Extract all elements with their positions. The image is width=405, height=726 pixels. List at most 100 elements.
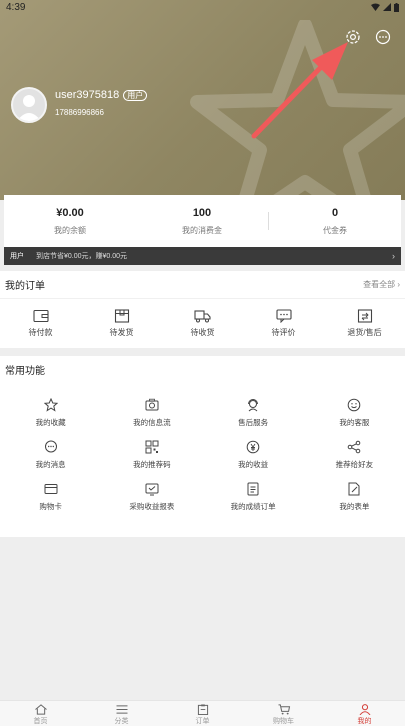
func-earnings[interactable]: 我的收益	[203, 440, 304, 470]
report-icon	[145, 483, 159, 496]
chevron-right-icon: ›	[392, 251, 395, 261]
func-label: 我的推荐码	[133, 460, 171, 469]
order-returns[interactable]: 退货/售后	[324, 308, 405, 338]
orders-title: 我的订单	[5, 281, 45, 292]
order-label: 退货/售后	[347, 327, 382, 337]
view-all-label: 查看全部	[363, 280, 396, 289]
stat-label: 我的余额	[54, 225, 86, 235]
battery-icon	[394, 2, 399, 12]
stat-value: ¥0.00	[56, 206, 84, 219]
list-icon	[116, 705, 127, 714]
stat-label: 我的消费金	[182, 225, 222, 235]
order-status-row: 待付款 待发货 待收货 待评价 退货/售后	[0, 299, 405, 347]
nav-label: 我的	[357, 718, 372, 725]
star-icon	[43, 398, 58, 412]
status-bar: 4:39	[0, 0, 405, 14]
orders-header: 我的订单 查看全部 ›	[0, 271, 405, 299]
order-pending-receipt[interactable]: 待收货	[162, 309, 243, 338]
func-referral-code[interactable]: 我的推荐码	[101, 440, 202, 470]
wallet-icon	[32, 309, 49, 322]
home-icon	[34, 704, 47, 715]
functions-grid: 我的收藏 我的信息流 售后服务 我的客服 我的消息 我的推荐码 我的收益 推荐给…	[0, 382, 405, 512]
camera-icon	[145, 398, 159, 411]
qrcode-icon	[145, 440, 159, 454]
stat-value: 0	[331, 206, 339, 219]
order-label: 待发货	[109, 327, 134, 337]
func-messages[interactable]: 我的消息	[0, 440, 101, 470]
stat-value: 100	[192, 206, 212, 219]
func-label: 推荐给好友	[335, 460, 374, 469]
clipboard-icon	[197, 704, 208, 715]
nav-home[interactable]: 首页	[0, 701, 81, 726]
message-bubble-icon[interactable]	[374, 28, 392, 46]
stat-vouchers[interactable]: 0 代金券	[269, 207, 401, 236]
func-purchase-report[interactable]: 采购收益报表	[101, 482, 202, 512]
functions-header: 常用功能	[0, 356, 405, 382]
view-all-orders-link[interactable]: 查看全部 ›	[363, 279, 400, 290]
orders-section: 我的订单 查看全部 › 待付款 待发货 待收货 待评价 退货/售后	[0, 271, 405, 348]
share-icon	[348, 440, 361, 454]
status-time: 4:39	[6, 1, 26, 13]
func-label: 我的消息	[35, 460, 66, 469]
user-icon	[359, 704, 370, 715]
functions-section: 常用功能 我的收藏 我的信息流 售后服务 我的客服 我的消息 我的推荐码 我的收…	[0, 356, 405, 537]
func-customer-service[interactable]: 我的客服	[304, 398, 405, 428]
return-icon	[357, 308, 372, 323]
avatar[interactable]	[11, 87, 47, 123]
box-icon	[114, 308, 129, 323]
func-label: 采购收益报表	[129, 502, 175, 511]
stat-balance[interactable]: ¥0.00 我的余额	[4, 207, 136, 236]
nav-label: 购物车	[273, 718, 294, 725]
doc-icon	[247, 482, 259, 496]
order-pending-shipment[interactable]: 待发货	[81, 308, 162, 338]
status-icons	[371, 2, 399, 12]
card-icon	[44, 484, 58, 494]
func-label: 我的信息流	[133, 418, 171, 427]
func-recommend-friend[interactable]: 推荐给好友	[304, 440, 405, 470]
func-label: 售后服务	[238, 418, 269, 427]
func-label: 我的收益	[238, 460, 269, 469]
nav-label: 首页	[33, 718, 48, 725]
func-orders-doc[interactable]: 我的成绩订单	[203, 482, 304, 512]
promo-text: 到店节省¥0.00元，赚¥0.00元	[36, 253, 128, 260]
phone-number: 17886996866	[55, 108, 104, 117]
func-favorites[interactable]: 我的收藏	[0, 398, 101, 428]
func-feed[interactable]: 我的信息流	[101, 398, 202, 428]
nav-label: 分类	[114, 718, 129, 725]
functions-title: 常用功能	[5, 365, 45, 377]
order-label: 待付款	[28, 327, 53, 337]
stat-consumption[interactable]: 100 我的消费金	[136, 207, 268, 236]
func-label: 购物卡	[39, 502, 62, 511]
cart-icon	[278, 704, 290, 715]
annotation-arrow-icon	[251, 42, 348, 139]
truck-icon	[194, 309, 211, 322]
order-label: 待收货	[190, 327, 215, 337]
username: user3975818	[55, 89, 120, 101]
promo-bar[interactable]: 用户 到店节省¥0.00元，赚¥0.00元 ›	[4, 247, 401, 265]
order-label: 待评价	[271, 327, 296, 337]
default-avatar-icon	[17, 95, 41, 121]
service-icon	[248, 399, 259, 412]
order-pending-review[interactable]: 待评价	[243, 308, 324, 338]
stats-card: ¥0.00 我的余额 100 我的消费金 0 代金券	[4, 195, 401, 247]
func-label: 我的成绩订单	[230, 502, 276, 511]
profile-header: user3975818 用户 17886996866	[0, 0, 405, 200]
promo-pill: 用户	[10, 253, 24, 260]
wifi-icon	[371, 3, 380, 11]
yen-icon	[246, 440, 260, 454]
nav-label: 订单	[195, 718, 210, 725]
func-label: 我的客服	[339, 418, 370, 427]
form-icon	[348, 482, 360, 496]
func-after-sales[interactable]: 售后服务	[203, 398, 304, 428]
order-pending-payment[interactable]: 待付款	[0, 309, 81, 338]
username-row: user3975818 用户	[55, 89, 148, 101]
nav-cart[interactable]: 购物车	[243, 701, 324, 726]
nav-mine[interactable]: 我的	[324, 701, 405, 726]
func-my-forms[interactable]: 我的表单	[304, 482, 405, 512]
nav-category[interactable]: 分类	[81, 701, 162, 726]
message-icon	[44, 440, 57, 453]
func-label: 我的收藏	[35, 418, 66, 427]
func-shopping-card[interactable]: 购物卡	[0, 482, 101, 512]
comment-icon	[275, 308, 292, 323]
nav-orders[interactable]: 订单	[162, 701, 243, 726]
